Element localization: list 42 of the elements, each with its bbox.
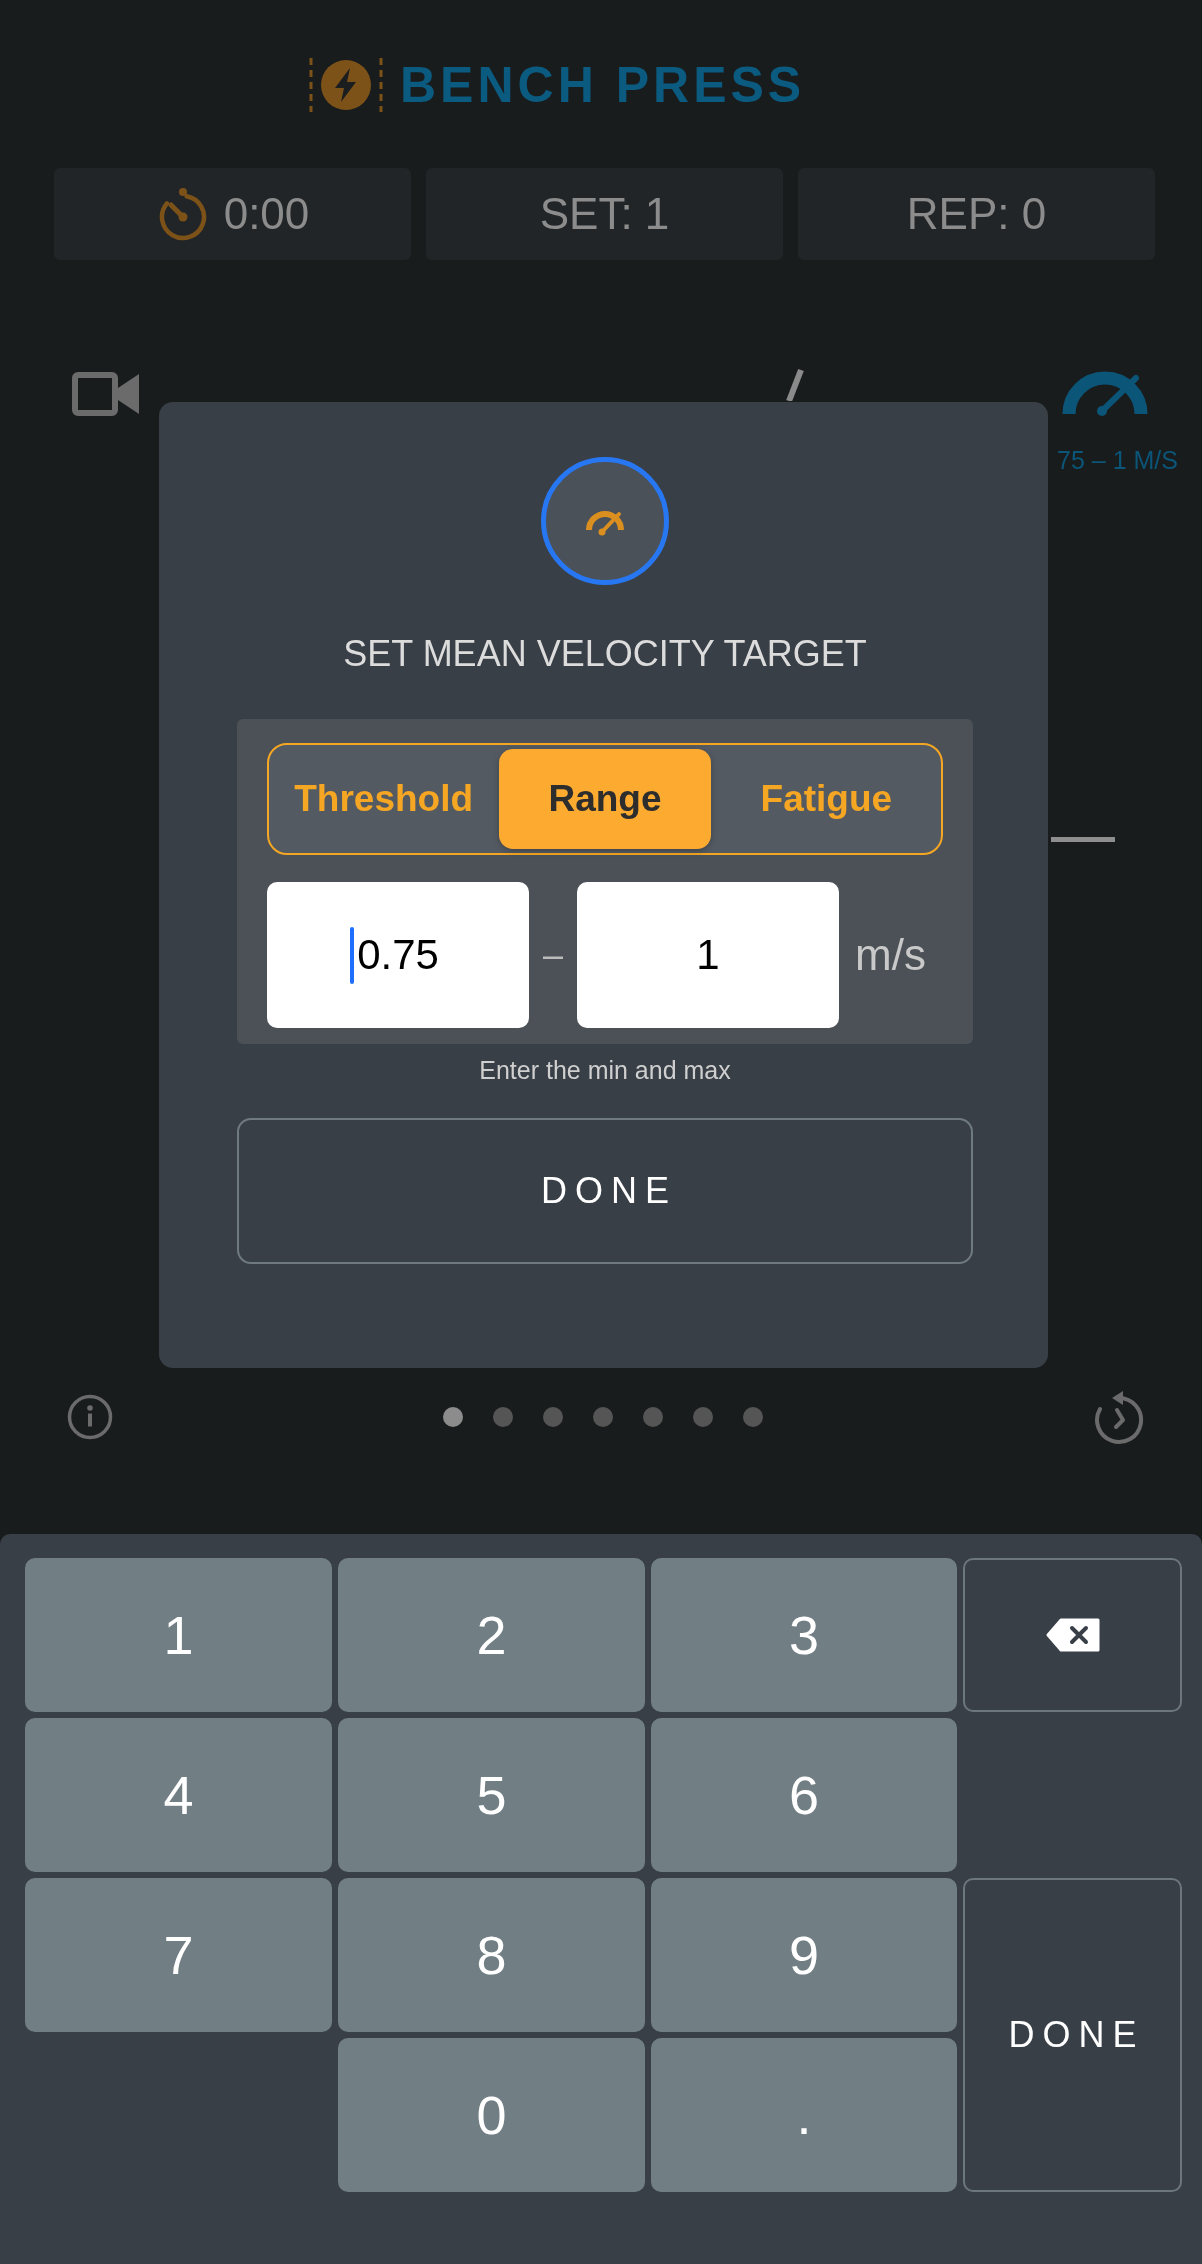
page-dot[interactable] [443,1407,463,1427]
page-dot[interactable] [543,1407,563,1427]
velocity-range-text: 75 – 1 M/S [1057,445,1178,475]
mode-tab[interactable]: Threshold [278,749,490,849]
digit-key[interactable]: 0 [338,2038,645,2192]
hint-text: Enter the min and max [478,1055,732,1085]
page-dot[interactable] [693,1407,713,1427]
mode-tab[interactable]: Fatigue [720,749,932,849]
range-dash: – [542,934,564,976]
slash-icon [785,368,805,401]
unit-label: m/s [855,930,926,980]
page-dot[interactable] [643,1407,663,1427]
digit-key[interactable]: 5 [338,1718,645,1872]
digit-key[interactable]: 9 [651,1878,957,2032]
backspace-key[interactable] [963,1558,1182,1712]
number-field[interactable]: 0.75 [267,882,529,1028]
digit-key[interactable]: 8 [338,1878,645,2032]
page-dot[interactable] [593,1407,613,1427]
digit-key[interactable]: 1 [25,1558,332,1712]
done-button[interactable]: DONE [237,1118,973,1264]
digit-key[interactable]: 3 [651,1558,957,1712]
page-dot[interactable] [493,1407,513,1427]
digit-key[interactable]: 6 [651,1718,957,1872]
number-field[interactable]: 1 [577,882,839,1028]
digit-key[interactable]: 7 [25,1878,332,2032]
lightning-bolt-logo-icon [308,58,384,112]
video-camera-icon[interactable] [72,372,139,416]
stat-value: SET: 1 [539,189,670,239]
stat-value: REP: 0 [906,189,1047,239]
speedometer-icon [541,457,669,585]
stat-value: 0:00 [223,189,310,239]
backspace-icon [1044,1617,1101,1653]
mode-tab[interactable]: Range [499,749,711,849]
digit-key[interactable]: 2 [338,1558,645,1712]
digit-key[interactable]: 4 [25,1718,332,1872]
history-icon[interactable] [1093,1389,1145,1445]
dialog-title: SET MEAN VELOCITY TARGET [342,632,868,676]
page-dot[interactable] [743,1407,763,1427]
done-key[interactable]: DONE [963,1878,1182,2192]
info-icon[interactable] [67,1394,113,1440]
decimal-key[interactable]: . [651,2038,957,2192]
exercise-title: BENCH PRESS [400,58,806,112]
